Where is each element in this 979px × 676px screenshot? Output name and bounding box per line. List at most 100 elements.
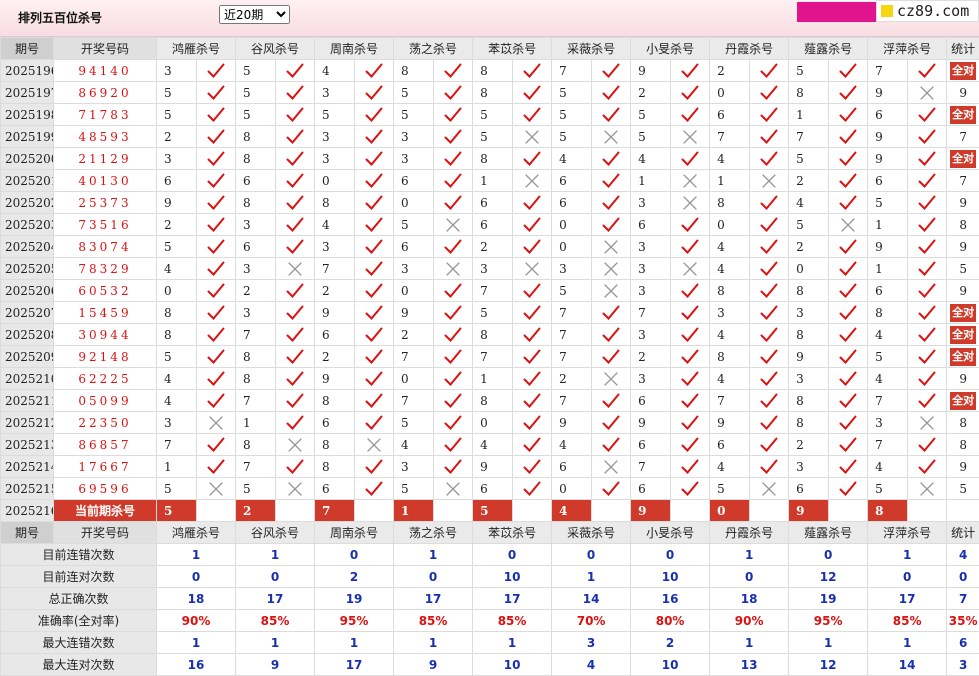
kill-number: 5 [473, 302, 513, 324]
current-blank [434, 500, 473, 522]
check-icon [681, 305, 699, 321]
check-icon [918, 129, 936, 145]
result-mark [276, 478, 315, 500]
summary-value: 0 [157, 566, 236, 588]
kill-number: 3 [315, 126, 355, 148]
kill-number: 3 [631, 258, 671, 280]
current-blank [908, 500, 947, 522]
cross-icon [681, 195, 699, 211]
kill-number: 8 [236, 192, 276, 214]
result-mark [355, 368, 394, 390]
result-mark [671, 258, 710, 280]
result-mark [829, 412, 868, 434]
kill-number: 8 [236, 368, 276, 390]
check-icon [444, 107, 462, 123]
summary-value: 17 [473, 588, 552, 610]
stat-count: 8 [959, 438, 967, 452]
result-mark [671, 280, 710, 302]
summary-value: 12 [789, 566, 868, 588]
result-mark [434, 280, 473, 302]
table-row: 20252022537398806638459 [1, 192, 979, 214]
summary-value: 4 [552, 654, 631, 676]
summary-value: 1 [236, 632, 315, 654]
check-icon [760, 63, 778, 79]
check-icon [523, 393, 541, 409]
result-mark [671, 324, 710, 346]
check-icon [918, 261, 936, 277]
kill-number: 6 [710, 104, 750, 126]
kill-number: 7 [394, 346, 434, 368]
kill-number: 9 [394, 302, 434, 324]
result-mark [434, 192, 473, 214]
cross-icon [681, 261, 699, 277]
table-row: 2025209921485827772895全对 [1, 346, 979, 368]
kill-number: 3 [157, 148, 197, 170]
brand-logo[interactable]: cz89.com [876, 0, 979, 22]
stat-cell: 全对 [947, 324, 979, 346]
check-icon [444, 151, 462, 167]
result-mark [197, 236, 236, 258]
result-mark [829, 170, 868, 192]
result-mark [434, 126, 473, 148]
summary-value: 18 [710, 588, 789, 610]
check-icon [444, 173, 462, 189]
kill-number: 2 [789, 236, 829, 258]
kill-number: 8 [789, 324, 829, 346]
stat-count: 7 [959, 174, 967, 188]
check-icon [207, 305, 225, 321]
check-icon [207, 393, 225, 409]
check-icon [444, 459, 462, 475]
result-mark [750, 236, 789, 258]
check-icon [602, 107, 620, 123]
result-mark [592, 192, 631, 214]
result-mark [197, 192, 236, 214]
brand-banner[interactable] [797, 2, 876, 22]
header-lottery: 开奖号码 [54, 38, 157, 60]
kill-number: 7 [868, 434, 908, 456]
kill-number: 0 [315, 170, 355, 192]
check-icon [839, 415, 857, 431]
table-row: 2025211050994787876787全对 [1, 390, 979, 412]
kill-number: 5 [394, 104, 434, 126]
check-icon [760, 415, 778, 431]
current-kill-number: 9 [789, 500, 829, 522]
result-mark [355, 434, 394, 456]
result-mark [592, 280, 631, 302]
kill-number: 6 [236, 170, 276, 192]
stat-cell: 8 [947, 434, 979, 456]
stat-count: 9 [959, 86, 967, 100]
cross-icon [286, 481, 304, 497]
kill-number: 2 [315, 346, 355, 368]
kill-number: 4 [710, 148, 750, 170]
kill-number: 5 [789, 148, 829, 170]
kill-number: 8 [157, 302, 197, 324]
header-expert: 鸿雁杀号 [157, 38, 236, 60]
kill-number: 5 [394, 214, 434, 236]
summary-value: 14 [552, 588, 631, 610]
kill-number: 4 [868, 368, 908, 390]
current-blank [750, 500, 789, 522]
kill-number: 3 [631, 368, 671, 390]
check-icon [523, 437, 541, 453]
cross-icon [207, 481, 225, 497]
check-icon [444, 85, 462, 101]
header-stats: 统计 [947, 522, 979, 544]
cross-icon [602, 459, 620, 475]
summary-value: 90% [157, 610, 236, 632]
check-icon [602, 327, 620, 343]
kill-number: 7 [552, 390, 592, 412]
check-icon [918, 239, 936, 255]
check-icon [523, 239, 541, 255]
result-mark [513, 456, 552, 478]
check-icon [760, 107, 778, 123]
check-icon [681, 283, 699, 299]
summary-value: 10 [473, 566, 552, 588]
period-select[interactable]: 近20期 [219, 5, 290, 24]
kill-number: 7 [710, 126, 750, 148]
check-icon [365, 63, 383, 79]
kill-number: 1 [868, 258, 908, 280]
period-cell: 2025203 [1, 214, 54, 236]
check-icon [207, 107, 225, 123]
kill-number: 2 [315, 280, 355, 302]
result-mark [671, 60, 710, 82]
